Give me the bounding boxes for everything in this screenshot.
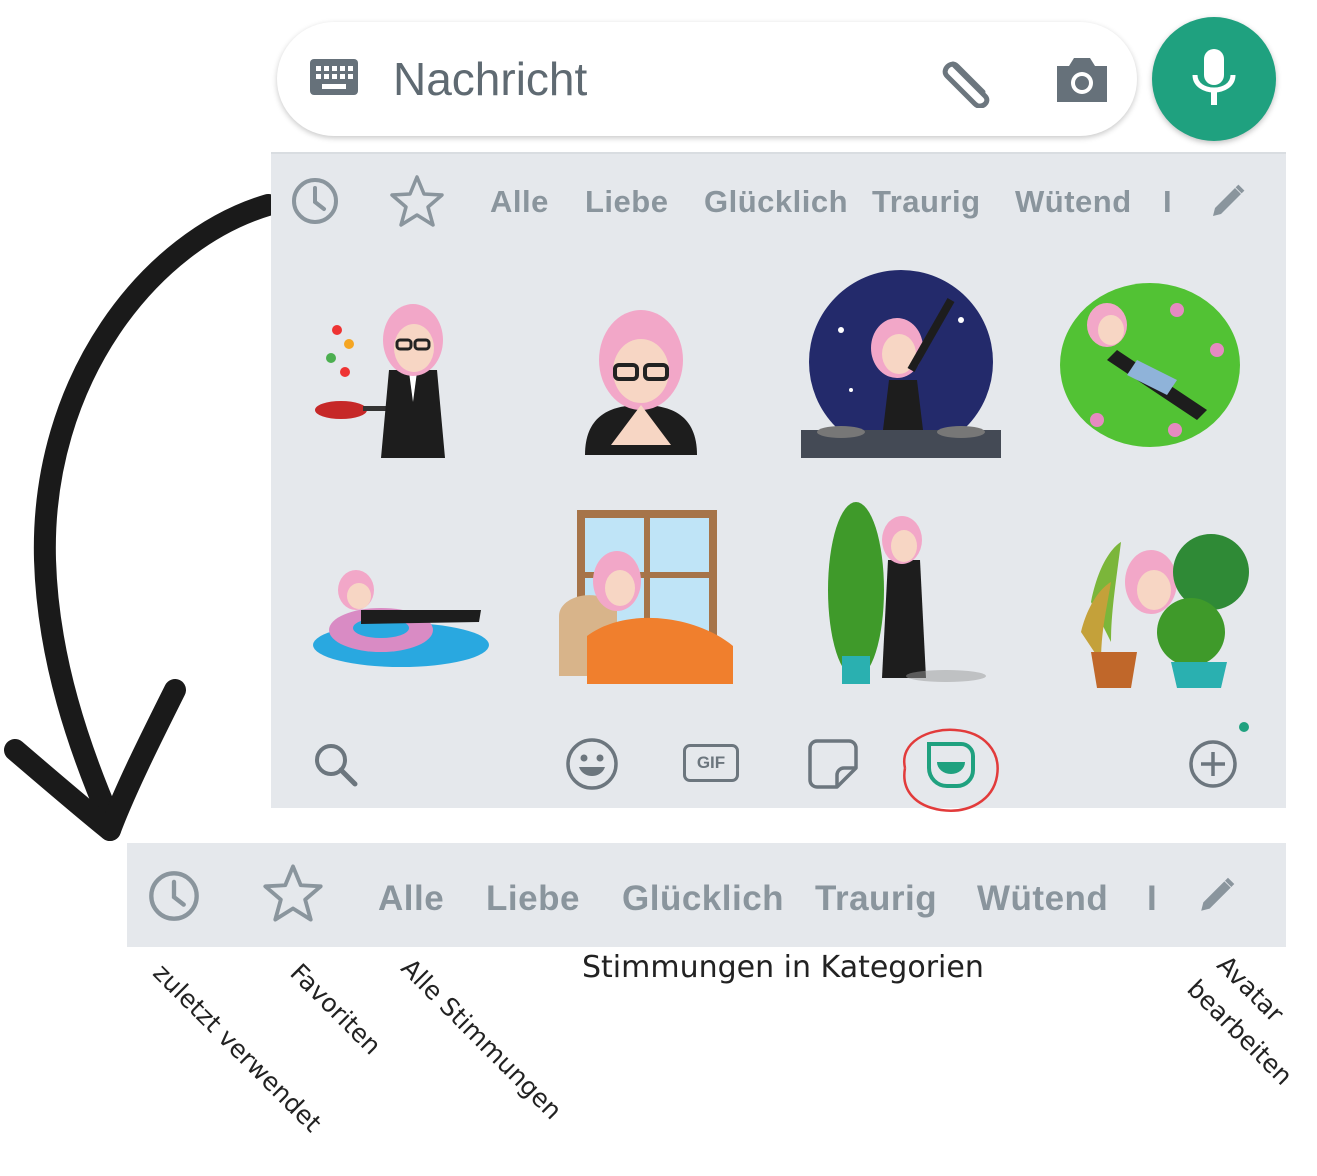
avatar-icon[interactable] bbox=[925, 738, 977, 790]
bottom-toolbar: GIF bbox=[271, 720, 1286, 812]
avatar-in-bed-sticker[interactable] bbox=[557, 506, 737, 686]
tab-alle[interactable]: Alle bbox=[378, 879, 444, 919]
tab-cut-off[interactable]: I bbox=[1147, 879, 1157, 919]
keyboard-panel: Nachricht Alle Liebe Glücklich Traurig W… bbox=[271, 0, 1286, 812]
pencil-icon[interactable] bbox=[1209, 182, 1247, 220]
gif-icon[interactable]: GIF bbox=[683, 744, 739, 782]
category-tabs: Alle Liebe Glücklich Traurig Wütend I bbox=[271, 168, 1286, 234]
avatar-dj-sticker[interactable] bbox=[801, 270, 1001, 460]
mic-icon bbox=[1192, 49, 1236, 105]
compose-bar: Nachricht bbox=[271, 0, 1286, 154]
message-input[interactable]: Nachricht bbox=[277, 22, 1137, 136]
star-icon[interactable] bbox=[389, 174, 445, 228]
star-icon[interactable] bbox=[262, 863, 324, 923]
tab-traurig[interactable]: Traurig bbox=[872, 184, 981, 220]
camera-icon[interactable] bbox=[1053, 52, 1111, 106]
emoji-icon[interactable] bbox=[565, 737, 619, 791]
tab-wuetend[interactable]: Wütend bbox=[977, 879, 1108, 919]
clock-icon[interactable] bbox=[290, 176, 340, 226]
clock-icon[interactable] bbox=[147, 869, 201, 923]
avatar-lying-in-grass-sticker[interactable] bbox=[1057, 280, 1243, 450]
tab-gluecklich[interactable]: Glücklich bbox=[622, 879, 784, 919]
message-placeholder: Nachricht bbox=[393, 53, 588, 105]
pencil-icon[interactable] bbox=[1197, 875, 1237, 915]
avatar-cooking-sticker[interactable] bbox=[301, 300, 471, 460]
search-icon[interactable] bbox=[311, 740, 359, 788]
tab-wuetend[interactable]: Wütend bbox=[1015, 184, 1132, 220]
attach-icon[interactable] bbox=[939, 54, 999, 108]
notification-dot bbox=[1239, 722, 1249, 732]
caption-categories: Stimmungen in Kategorien bbox=[582, 950, 984, 985]
tab-gluecklich[interactable]: Glücklich bbox=[704, 184, 848, 220]
avatar-thinking-sticker[interactable] bbox=[571, 305, 711, 455]
tab-liebe[interactable]: Liebe bbox=[585, 184, 668, 220]
category-strip-enlarged: Alle Liebe Glücklich Traurig Wütend I bbox=[127, 843, 1286, 947]
sticker-grid bbox=[271, 260, 1286, 700]
avatar-floating-sticker[interactable] bbox=[311, 560, 491, 670]
tab-cut-off[interactable]: I bbox=[1163, 184, 1172, 220]
tab-traurig[interactable]: Traurig bbox=[815, 879, 937, 919]
add-icon[interactable] bbox=[1187, 738, 1239, 790]
label-favorites: Favoriten bbox=[284, 958, 387, 1061]
curved-arrow bbox=[4, 194, 279, 841]
avatar-with-plants-sticker[interactable] bbox=[1071, 522, 1251, 692]
avatar-with-tree-sticker[interactable] bbox=[826, 500, 986, 690]
tab-alle[interactable]: Alle bbox=[490, 184, 549, 220]
voice-message-button[interactable] bbox=[1152, 17, 1276, 141]
label-all: Alle Stimmungen bbox=[395, 953, 568, 1126]
keyboard-icon[interactable] bbox=[309, 58, 359, 96]
tab-liebe[interactable]: Liebe bbox=[486, 879, 580, 919]
sticker-icon[interactable] bbox=[807, 738, 859, 790]
